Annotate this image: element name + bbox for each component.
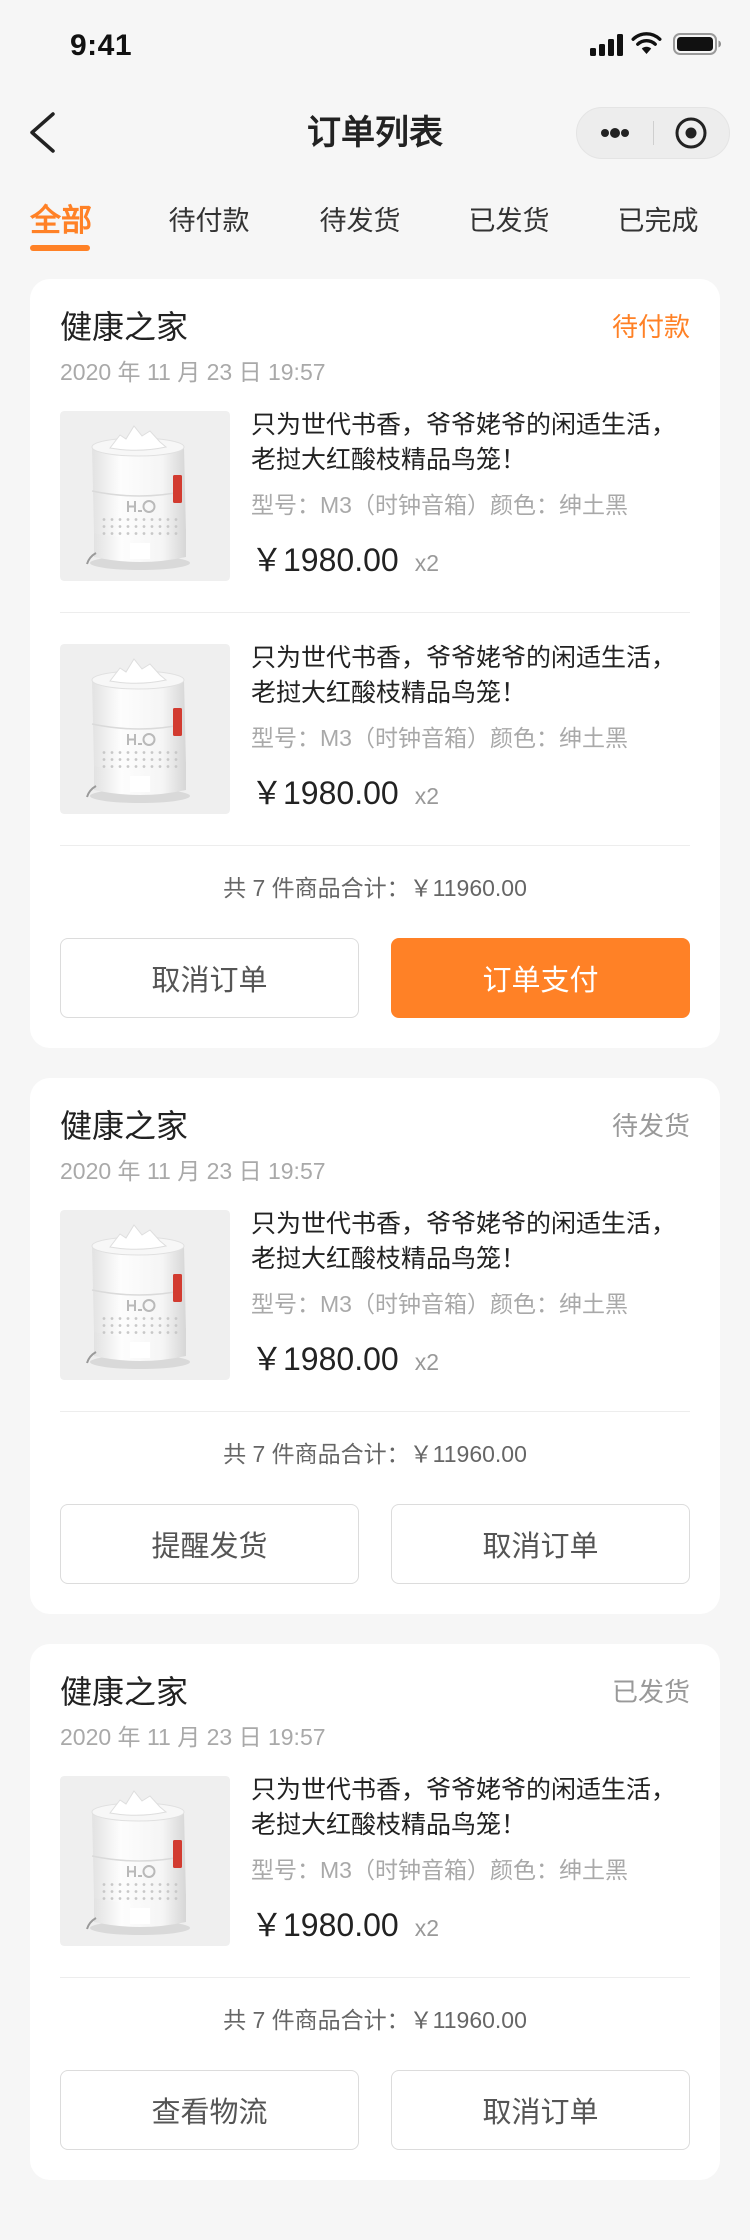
- order-status: 已发货: [611, 1677, 690, 1707]
- order-status: 待发货: [611, 1111, 690, 1141]
- pay-order-button[interactable]: 订单支付: [391, 938, 690, 1018]
- cancel-order-button[interactable]: 取消订单: [391, 2070, 690, 2150]
- product-price: ￥1980.00: [251, 1341, 399, 1377]
- order-card[interactable]: 健康之家 待发货 2020 年 11 月 23 日 19:57 只为世代书香，爷…: [30, 1078, 720, 1614]
- order-item[interactable]: 只为世代书香，爷爷姥爷的闲适生活， 老挝大红酸枝精品鸟笼！ 型号：M3（时钟音箱…: [60, 1754, 690, 1978]
- target-circle-icon: [675, 117, 707, 149]
- product-info: 只为世代书香，爷爷姥爷的闲适生活， 老挝大红酸枝精品鸟笼！ 型号：M3（时钟音箱…: [251, 408, 676, 582]
- product-price: ￥1980.00: [251, 1907, 399, 1943]
- order-summary: 共 7 件商品合计：￥11960.00: [223, 1441, 527, 1467]
- back-button[interactable]: [20, 109, 68, 157]
- product-title-line: 只为世代书香，爷爷姥爷的闲适生活，: [251, 644, 677, 672]
- order-summary: 共 7 件商品合计：￥11960.00: [223, 875, 527, 901]
- product-quantity: x2: [414, 783, 439, 809]
- product-title-line: 只为世代书香，爷爷姥爷的闲适生活，: [251, 1210, 677, 1238]
- product-title-line: 老挝大红酸枝精品鸟笼！: [251, 679, 527, 707]
- product-title-line: 只为世代书香，爷爷姥爷的闲适生活，: [251, 411, 677, 439]
- wifi-icon: [631, 32, 662, 55]
- price-row: ￥1980.00 x2: [251, 1337, 676, 1381]
- remind-shipment-button[interactable]: 提醒发货: [60, 1504, 359, 1584]
- cancel-order-button[interactable]: 取消订单: [391, 1504, 690, 1584]
- mini-program-capsule: [576, 107, 730, 159]
- tab-pending-shipment[interactable]: 待发货: [295, 201, 425, 241]
- page-title: 订单列表: [307, 114, 443, 152]
- tab-shipped[interactable]: 已发货: [444, 201, 574, 241]
- humidifier-product-image: [60, 644, 230, 814]
- order-card[interactable]: 健康之家 待付款 2020 年 11 月 23 日 19:57 只为世代书香，爷…: [30, 279, 720, 1048]
- order-item[interactable]: 只为世代书香，爷爷姥爷的闲适生活， 老挝大红酸枝精品鸟笼！ 型号：M3（时钟音箱…: [60, 1188, 690, 1412]
- product-spec: 型号：M3（时钟音箱）颜色：绅土黑: [251, 1857, 628, 1883]
- order-item[interactable]: 只为世代书香，爷爷姥爷的闲适生活， 老挝大红酸枝精品鸟笼！ 型号：M3（时钟音箱…: [60, 613, 690, 846]
- price-row: ￥1980.00 x2: [251, 771, 676, 815]
- product-info: 只为世代书香，爷爷姥爷的闲适生活， 老挝大红酸枝精品鸟笼！ 型号：M3（时钟音箱…: [251, 1773, 676, 1947]
- more-dots-icon: [601, 128, 629, 138]
- status-bar: 9:41: [0, 0, 750, 88]
- tab-completed[interactable]: 已完成: [593, 201, 723, 241]
- order-date: 2020 年 11 月 23 日 19:57: [60, 1158, 326, 1184]
- cancel-order-button[interactable]: 取消订单: [60, 938, 359, 1018]
- order-date: 2020 年 11 月 23 日 19:57: [60, 359, 326, 385]
- product-title-line: 只为世代书香，爷爷姥爷的闲适生活，: [251, 1776, 677, 1804]
- tab-pending-payment[interactable]: 待付款: [144, 201, 274, 241]
- product-quantity: x2: [414, 1915, 439, 1941]
- product-quantity: x2: [414, 550, 439, 576]
- product-price: ￥1980.00: [251, 775, 399, 811]
- order-actions: 查看物流 取消订单: [60, 2070, 690, 2150]
- status-time: 9:41: [70, 29, 133, 62]
- order-actions: 提醒发货 取消订单: [60, 1504, 690, 1584]
- order-tabs: 全部 待付款 待发货 已发货 已完成: [0, 190, 750, 254]
- humidifier-product-image: [60, 1776, 230, 1946]
- view-logistics-button[interactable]: 查看物流: [60, 2070, 359, 2150]
- order-actions: 取消订单 订单支付: [60, 938, 690, 1018]
- shop-name[interactable]: 健康之家: [60, 1106, 188, 1146]
- humidifier-product-image: [60, 411, 230, 581]
- humidifier-product-image: [60, 1210, 230, 1380]
- product-title-line: 老挝大红酸枝精品鸟笼！: [251, 446, 527, 474]
- battery-icon: [673, 33, 722, 55]
- product-image[interactable]: [60, 1776, 230, 1946]
- active-tab-indicator: [30, 245, 90, 251]
- order-item[interactable]: 只为世代书香，爷爷姥爷的闲适生活， 老挝大红酸枝精品鸟笼！ 型号：M3（时钟音箱…: [60, 389, 690, 613]
- shop-name[interactable]: 健康之家: [60, 307, 188, 347]
- order-header: 健康之家 已发货: [60, 1672, 690, 1712]
- order-list: 健康之家 待付款 2020 年 11 月 23 日 19:57 只为世代书香，爷…: [30, 279, 720, 2210]
- product-price: ￥1980.00: [251, 542, 399, 578]
- more-button[interactable]: [577, 108, 654, 158]
- product-info: 只为世代书香，爷爷姥爷的闲适生活， 老挝大红酸枝精品鸟笼！ 型号：M3（时钟音箱…: [251, 641, 676, 815]
- product-title-line: 老挝大红酸枝精品鸟笼！: [251, 1811, 527, 1839]
- order-status: 待付款: [611, 312, 690, 342]
- product-image[interactable]: [60, 1210, 230, 1380]
- product-image[interactable]: [60, 644, 230, 814]
- product-info: 只为世代书香，爷爷姥爷的闲适生活， 老挝大红酸枝精品鸟笼！ 型号：M3（时钟音箱…: [251, 1207, 676, 1381]
- close-mini-program-button[interactable]: [654, 108, 730, 158]
- chevron-left-icon: [30, 112, 55, 153]
- shop-name[interactable]: 健康之家: [60, 1672, 188, 1712]
- product-spec: 型号：M3（时钟音箱）颜色：绅土黑: [251, 1291, 628, 1317]
- price-row: ￥1980.00 x2: [251, 1903, 676, 1947]
- price-row: ￥1980.00 x2: [251, 538, 676, 582]
- product-image[interactable]: [60, 411, 230, 581]
- nav-bar: 订单列表: [0, 88, 750, 178]
- product-quantity: x2: [414, 1349, 439, 1375]
- order-card[interactable]: 健康之家 已发货 2020 年 11 月 23 日 19:57 只为世代书香，爷…: [30, 1644, 720, 2180]
- order-header: 健康之家 待发货: [60, 1106, 690, 1146]
- order-header: 健康之家 待付款: [60, 307, 690, 347]
- signal-icon: [590, 34, 624, 56]
- product-spec: 型号：M3（时钟音箱）颜色：绅土黑: [251, 725, 628, 751]
- order-date: 2020 年 11 月 23 日 19:57: [60, 1724, 326, 1750]
- product-title-line: 老挝大红酸枝精品鸟笼！: [251, 1245, 527, 1273]
- tab-all[interactable]: 全部: [0, 201, 126, 241]
- product-spec: 型号：M3（时钟音箱）颜色：绅土黑: [251, 492, 628, 518]
- order-summary: 共 7 件商品合计：￥11960.00: [223, 2007, 527, 2033]
